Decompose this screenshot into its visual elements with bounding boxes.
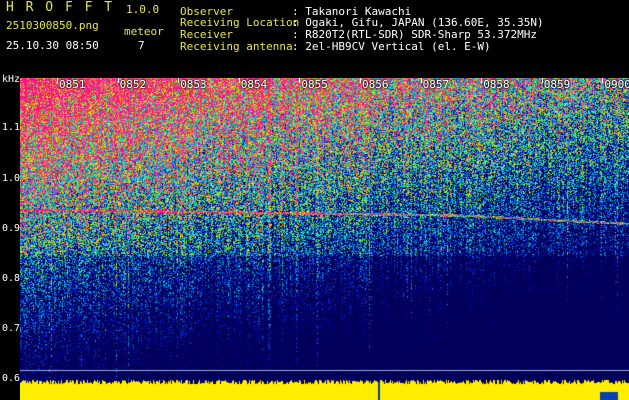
x-tick-label: 0853 <box>180 78 207 91</box>
antenna-value: : 2el-HB9CV Vertical (el. E-W) <box>292 40 491 53</box>
x-tick-mark <box>57 78 58 83</box>
x-tick-mark <box>420 78 422 83</box>
x-tick-label: 0852 <box>119 78 147 91</box>
x-tick-label: 0857 <box>422 78 450 91</box>
x-tick-mark <box>299 78 301 83</box>
x-tick-label: 0900 <box>604 78 629 91</box>
header-panel: H R O F F T 1.0.0 2510300850.png meteor … <box>0 0 629 78</box>
y-tick-label: 0.6 <box>2 373 21 384</box>
spectrogram-plot <box>20 78 629 400</box>
x-tick-mark <box>481 78 483 83</box>
y-axis-unit: kHz <box>2 74 21 85</box>
y-tick-label: 1.1 <box>2 122 21 133</box>
x-tick-mark <box>238 78 240 83</box>
x-tick-label: 0859 <box>543 78 571 91</box>
x-tick-label: 0856 <box>362 78 389 91</box>
y-tick-label: 1.0 <box>2 173 21 184</box>
app-title: H R O F F T <box>6 0 115 15</box>
y-tick-label: 0.7 <box>2 323 21 334</box>
antenna-label: Receiving antenna <box>180 40 293 53</box>
x-tick-label: 0858 <box>483 78 510 91</box>
app-version: 1.0.0 <box>126 3 160 16</box>
spectrogram-canvas <box>20 78 629 400</box>
timestamp: 25.10.30 08:50 <box>6 39 99 52</box>
x-tick-mark <box>360 78 361 83</box>
file-name: 2510300850.png <box>6 19 99 32</box>
x-tick-mark <box>541 78 543 83</box>
x-tick-label: 0854 <box>240 78 268 91</box>
meteor-label: meteor <box>124 25 164 38</box>
x-tick-mark <box>117 78 119 83</box>
x-tick-mark <box>178 78 180 83</box>
x-tick-label: 0851 <box>59 78 86 91</box>
meteor-count: 7 <box>138 39 145 52</box>
y-tick-label: 0.9 <box>2 223 21 234</box>
x-tick-mark <box>602 78 604 83</box>
y-tick-label: 0.8 <box>2 273 21 284</box>
x-tick-label: 0855 <box>301 78 328 91</box>
